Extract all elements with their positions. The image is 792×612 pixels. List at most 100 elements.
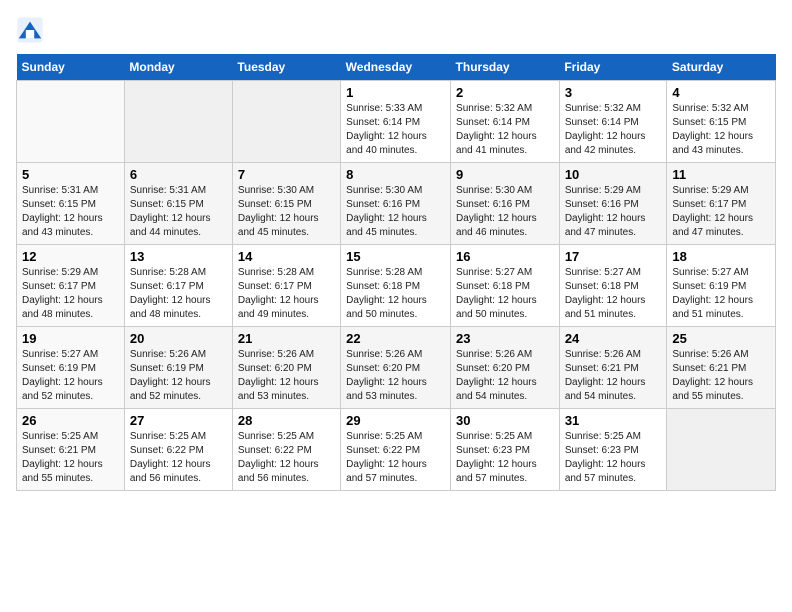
calendar-cell: 9 Sunrise: 5:30 AM Sunset: 6:16 PM Daylig… [451,163,560,245]
calendar-cell: 18 Sunrise: 5:27 AM Sunset: 6:19 PM Dayli… [667,245,776,327]
day-number: 18 [672,249,770,264]
calendar-cell: 15 Sunrise: 5:28 AM Sunset: 6:18 PM Dayli… [341,245,451,327]
day-info: Sunrise: 5:27 AM Sunset: 6:19 PM Dayligh… [22,348,119,404]
day-info: Sunrise: 5:28 AM Sunset: 6:18 PM Dayligh… [346,266,445,322]
day-info: Sunrise: 5:32 AM Sunset: 6:15 PM Dayligh… [672,102,770,158]
calendar-cell: 21 Sunrise: 5:26 AM Sunset: 6:20 PM Dayli… [232,327,340,409]
day-of-week-monday: Monday [124,54,232,81]
calendar-cell: 20 Sunrise: 5:26 AM Sunset: 6:19 PM Dayli… [124,327,232,409]
calendar-week-row: 1 Sunrise: 5:33 AM Sunset: 6:14 PM Daylig… [17,81,776,163]
day-number: 28 [238,413,335,428]
day-number: 21 [238,331,335,346]
day-number: 6 [130,167,227,182]
day-info: Sunrise: 5:25 AM Sunset: 6:23 PM Dayligh… [456,430,554,486]
day-number: 24 [565,331,662,346]
calendar-cell: 28 Sunrise: 5:25 AM Sunset: 6:22 PM Dayli… [232,409,340,491]
calendar-cell: 26 Sunrise: 5:25 AM Sunset: 6:21 PM Dayli… [17,409,125,491]
day-info: Sunrise: 5:25 AM Sunset: 6:21 PM Dayligh… [22,430,119,486]
day-info: Sunrise: 5:25 AM Sunset: 6:23 PM Dayligh… [565,430,662,486]
day-number: 30 [456,413,554,428]
day-of-week-wednesday: Wednesday [341,54,451,81]
day-info: Sunrise: 5:30 AM Sunset: 6:16 PM Dayligh… [456,184,554,240]
calendar-cell: 22 Sunrise: 5:26 AM Sunset: 6:20 PM Dayli… [341,327,451,409]
day-number: 9 [456,167,554,182]
calendar-week-row: 19 Sunrise: 5:27 AM Sunset: 6:19 PM Dayli… [17,327,776,409]
day-info: Sunrise: 5:27 AM Sunset: 6:18 PM Dayligh… [456,266,554,322]
day-info: Sunrise: 5:30 AM Sunset: 6:16 PM Dayligh… [346,184,445,240]
calendar-cell: 23 Sunrise: 5:26 AM Sunset: 6:20 PM Dayli… [451,327,560,409]
day-number: 5 [22,167,119,182]
day-info: Sunrise: 5:25 AM Sunset: 6:22 PM Dayligh… [238,430,335,486]
calendar-cell: 30 Sunrise: 5:25 AM Sunset: 6:23 PM Dayli… [451,409,560,491]
day-of-week-sunday: Sunday [17,54,125,81]
calendar-cell: 14 Sunrise: 5:28 AM Sunset: 6:17 PM Dayli… [232,245,340,327]
calendar-cell: 1 Sunrise: 5:33 AM Sunset: 6:14 PM Daylig… [341,81,451,163]
day-number: 31 [565,413,662,428]
calendar-cell [17,81,125,163]
day-number: 15 [346,249,445,264]
day-number: 20 [130,331,227,346]
day-number: 23 [456,331,554,346]
day-number: 12 [22,249,119,264]
day-number: 10 [565,167,662,182]
day-info: Sunrise: 5:28 AM Sunset: 6:17 PM Dayligh… [238,266,335,322]
day-number: 14 [238,249,335,264]
calendar-cell: 6 Sunrise: 5:31 AM Sunset: 6:15 PM Daylig… [124,163,232,245]
day-of-week-saturday: Saturday [667,54,776,81]
day-number: 26 [22,413,119,428]
day-info: Sunrise: 5:25 AM Sunset: 6:22 PM Dayligh… [346,430,445,486]
calendar-cell: 29 Sunrise: 5:25 AM Sunset: 6:22 PM Dayli… [341,409,451,491]
day-number: 7 [238,167,335,182]
day-of-week-tuesday: Tuesday [232,54,340,81]
day-number: 1 [346,85,445,100]
day-info: Sunrise: 5:26 AM Sunset: 6:21 PM Dayligh… [672,348,770,404]
logo-icon [16,16,44,44]
calendar-cell: 12Sunrise: 5:29 AM Sunset: 6:17 PM Dayli… [17,245,125,327]
day-info: Sunrise: 5:31 AM Sunset: 6:15 PM Dayligh… [130,184,227,240]
day-info: Sunrise: 5:26 AM Sunset: 6:21 PM Dayligh… [565,348,662,404]
day-number: 4 [672,85,770,100]
header [16,16,776,44]
day-info: Sunrise: 5:29 AM Sunset: 6:16 PM Dayligh… [565,184,662,240]
calendar-cell: 13Sunrise: 5:28 AM Sunset: 6:17 PM Dayli… [124,245,232,327]
day-info: Sunrise: 5:26 AM Sunset: 6:19 PM Dayligh… [130,348,227,404]
day-number: 27 [130,413,227,428]
day-info: Sunrise: 5:27 AM Sunset: 6:18 PM Dayligh… [565,266,662,322]
day-info: Sunrise: 5:32 AM Sunset: 6:14 PM Dayligh… [565,102,662,158]
day-info: Sunrise: 5:26 AM Sunset: 6:20 PM Dayligh… [346,348,445,404]
calendar-cell: 8Sunrise: 5:30 AM Sunset: 6:16 PM Daylig… [341,163,451,245]
day-number: 16 [456,249,554,264]
calendar-cell: 27 Sunrise: 5:25 AM Sunset: 6:22 PM Dayli… [124,409,232,491]
day-info: Sunrise: 5:26 AM Sunset: 6:20 PM Dayligh… [238,348,335,404]
calendar-week-row: 12Sunrise: 5:29 AM Sunset: 6:17 PM Dayli… [17,245,776,327]
calendar-cell: 24 Sunrise: 5:26 AM Sunset: 6:21 PM Dayli… [559,327,667,409]
day-info: Sunrise: 5:33 AM Sunset: 6:14 PM Dayligh… [346,102,445,158]
calendar-cell: 31 Sunrise: 5:25 AM Sunset: 6:23 PM Dayli… [559,409,667,491]
day-number: 17 [565,249,662,264]
calendar-cell: 3Sunrise: 5:32 AM Sunset: 6:14 PM Daylig… [559,81,667,163]
calendar-cell: 16 Sunrise: 5:27 AM Sunset: 6:18 PM Dayli… [451,245,560,327]
calendar-cell [667,409,776,491]
calendar-cell [124,81,232,163]
day-number: 22 [346,331,445,346]
day-info: Sunrise: 5:26 AM Sunset: 6:20 PM Dayligh… [456,348,554,404]
calendar-cell [232,81,340,163]
day-info: Sunrise: 5:25 AM Sunset: 6:22 PM Dayligh… [130,430,227,486]
day-info: Sunrise: 5:32 AM Sunset: 6:14 PM Dayligh… [456,102,554,158]
day-info: Sunrise: 5:29 AM Sunset: 6:17 PM Dayligh… [672,184,770,240]
day-number: 29 [346,413,445,428]
day-info: Sunrise: 5:30 AM Sunset: 6:15 PM Dayligh… [238,184,335,240]
calendar-header-row: SundayMondayTuesdayWednesdayThursdayFrid… [17,54,776,81]
calendar-table: SundayMondayTuesdayWednesdayThursdayFrid… [16,54,776,491]
day-number: 13 [130,249,227,264]
day-number: 19 [22,331,119,346]
day-info: Sunrise: 5:27 AM Sunset: 6:19 PM Dayligh… [672,266,770,322]
logo [16,16,48,44]
calendar-cell: 2Sunrise: 5:32 AM Sunset: 6:14 PM Daylig… [451,81,560,163]
calendar-week-row: 26 Sunrise: 5:25 AM Sunset: 6:21 PM Dayli… [17,409,776,491]
day-of-week-friday: Friday [559,54,667,81]
calendar-cell: 5Sunrise: 5:31 AM Sunset: 6:15 PM Daylig… [17,163,125,245]
calendar-cell: 19 Sunrise: 5:27 AM Sunset: 6:19 PM Dayli… [17,327,125,409]
day-of-week-thursday: Thursday [451,54,560,81]
calendar-cell: 10 Sunrise: 5:29 AM Sunset: 6:16 PM Dayli… [559,163,667,245]
